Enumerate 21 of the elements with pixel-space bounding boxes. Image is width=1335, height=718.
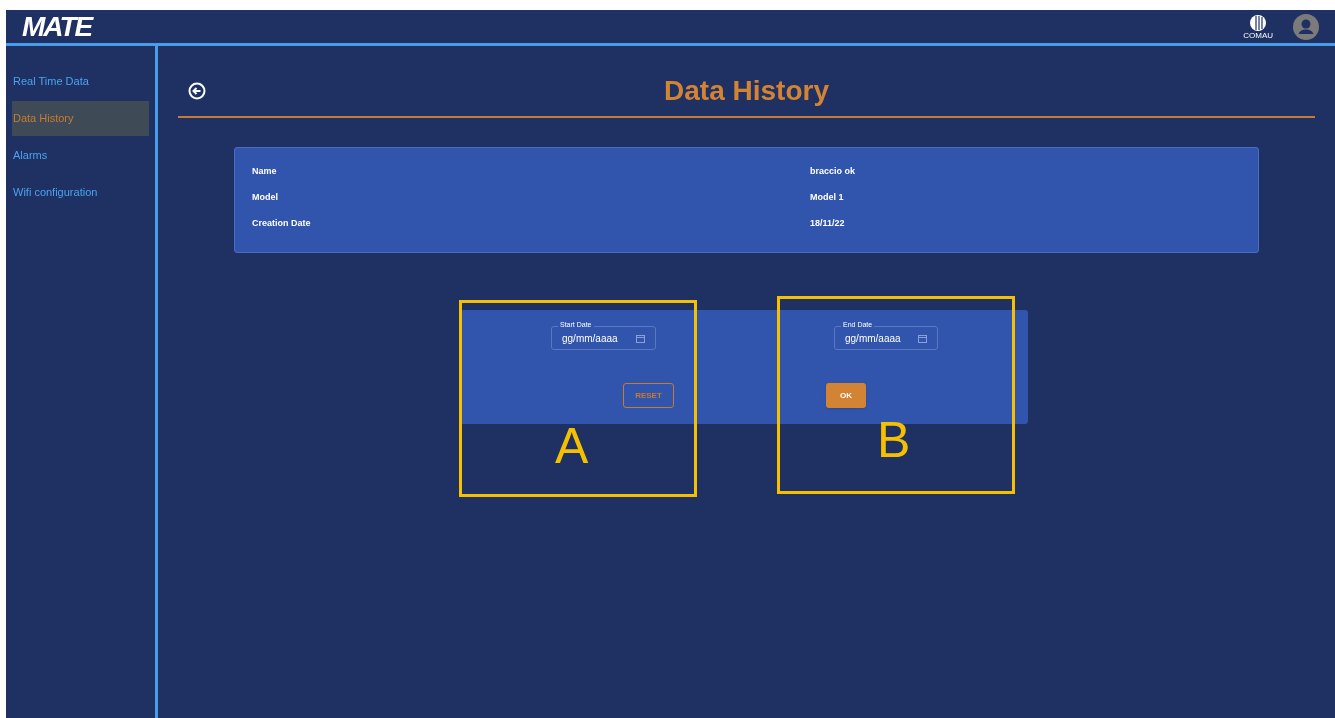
user-avatar-icon[interactable] xyxy=(1293,13,1319,40)
page-title: Data History xyxy=(663,74,830,108)
calendar-icon[interactable] xyxy=(636,333,645,343)
sidebar-item[interactable]: Data History xyxy=(12,101,149,136)
field-name: Model xyxy=(252,191,279,203)
annotation-label: B xyxy=(877,415,911,465)
field-name: Name xyxy=(252,165,278,177)
sidebar-item[interactable]: Alarms xyxy=(12,138,149,173)
sidebar-item[interactable]: Real Time Data xyxy=(12,64,149,99)
ok-button[interactable]: OK xyxy=(826,383,866,408)
field-value: braccio ok xyxy=(810,165,856,177)
app-logo: MATE xyxy=(22,12,92,41)
back-icon[interactable] xyxy=(188,82,206,100)
calendar-icon[interactable] xyxy=(918,333,927,343)
brand-logo: COMAU xyxy=(1243,13,1273,40)
annotation-label: A xyxy=(555,421,589,471)
field-value: 18/11/22 xyxy=(810,217,845,229)
field-value: Model 1 xyxy=(810,191,844,203)
sidebar-item[interactable]: Wifi configuration xyxy=(12,175,149,210)
field-name: Creation Date xyxy=(252,217,312,229)
brand-mark-icon xyxy=(1248,13,1269,32)
